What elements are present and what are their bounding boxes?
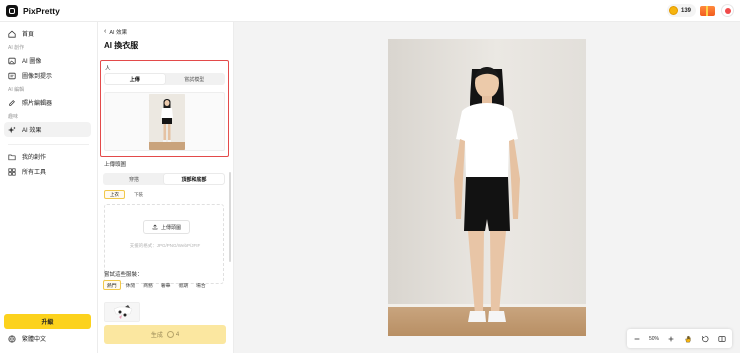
app-name: PixPretty <box>23 5 60 16</box>
generate-label: 生成 <box>150 333 163 339</box>
tab-outfit[interactable]: 穿搭 <box>104 174 164 184</box>
sidebar-item-label: 圖像到提示 <box>22 74 53 80</box>
sidebar-item-home[interactable]: 首頁 <box>4 26 91 41</box>
top-bar: PixPretty 139 <box>0 0 740 22</box>
gift-icon[interactable] <box>700 5 715 16</box>
sidebar-item-photo-editor[interactable]: 照片編輯器 <box>4 95 91 110</box>
zoom-level: 50% <box>648 335 659 342</box>
back-label: AI 效果 <box>109 30 128 36</box>
sidebar-item-label: 首頁 <box>22 32 35 38</box>
globe-icon <box>8 334 16 343</box>
split-view-icon <box>718 335 726 342</box>
category-casual[interactable]: 休閒 <box>123 280 139 290</box>
page-title: AI 換衣服 <box>104 41 139 50</box>
upload-garment-button[interactable]: 上傳頭圖 <box>143 220 190 234</box>
sidebar-item-label: AI 效果 <box>22 128 42 134</box>
sidebar-section-label: AI 編輯 <box>8 87 25 93</box>
home-icon <box>8 30 16 38</box>
category-business[interactable]: 商務 <box>140 280 156 290</box>
generate-cost-value: 4 <box>175 331 180 338</box>
category-popular[interactable]: 熱門 <box>103 280 121 290</box>
logo-icon <box>6 4 18 17</box>
generate-button[interactable]: 生成 4 <box>104 325 226 344</box>
sidebar-item-image-to-prompt[interactable]: 圖像到提示 <box>4 68 91 83</box>
preview-canvas: 50% <box>234 22 740 353</box>
outfit-categories: 熱門 休閒 商務 奢華 假期 場合 <box>103 280 211 290</box>
chevron-left-icon: ‹ <box>104 28 107 35</box>
zoom-in-button[interactable] <box>667 334 676 343</box>
tab-top[interactable]: 上衣 <box>104 190 125 199</box>
image-prompt-icon <box>8 72 16 80</box>
try-outfits-label: 嘗試這些服裝： <box>104 272 143 278</box>
sparkle-icon <box>8 126 16 134</box>
panel-scrollbar[interactable] <box>229 172 231 262</box>
user-avatar[interactable] <box>721 4 734 17</box>
compare-view-button[interactable] <box>718 334 727 343</box>
minus-icon <box>634 338 639 339</box>
settings-panel: ‹ AI 效果 AI 換衣服 人 上傳 嘗試模型 上傳頭圖 穿搭 頂部和底部 上… <box>98 22 234 353</box>
supported-formats: 支援的格式：JPG/PNG/WebP/JFIF <box>129 243 201 248</box>
upgrade-button[interactable]: 升級 <box>4 314 91 329</box>
person-source-toggle: 上傳 嘗試模型 <box>104 73 225 85</box>
sidebar-item-label: 我的創作 <box>22 155 47 161</box>
sidebar-section-label: AI 創作 <box>8 45 25 51</box>
category-occasion[interactable]: 場合 <box>193 280 209 290</box>
upload-button-label: 上傳頭圖 <box>160 224 181 231</box>
tab-top-and-bottom[interactable]: 頂部和底部 <box>164 174 224 184</box>
sidebar-item-ai-image[interactable]: AI 圖像 <box>4 53 91 68</box>
grid-icon <box>8 167 16 176</box>
sidebar-item-ai-effects[interactable]: AI 效果 <box>4 122 91 137</box>
zoom-toolbar: 50% <box>627 329 732 348</box>
person-photo <box>388 39 586 336</box>
sidebar-item-all-tools[interactable]: 所有工具 <box>4 164 91 179</box>
sidebar: 首頁 AI 創作 AI 圖像 圖像到提示 AI 編輯 照片編輯器 趣味 AI 效… <box>0 22 98 353</box>
plus-icon <box>669 336 674 341</box>
person-thumbnail <box>149 94 185 150</box>
coin-icon <box>668 6 678 15</box>
sidebar-section-label: 趣味 <box>8 114 19 120</box>
rotate-icon <box>702 335 709 342</box>
credits-count: 139 <box>680 7 691 14</box>
generate-cost: 4 <box>166 331 180 338</box>
edit-icon <box>8 99 16 107</box>
folder-icon <box>8 153 16 161</box>
hand-icon <box>685 335 692 342</box>
sidebar-item-my-creations[interactable]: 我的創作 <box>4 149 91 164</box>
category-luxury[interactable]: 奢華 <box>158 280 174 290</box>
credit-icon <box>166 331 174 338</box>
garment-mode-toggle: 穿搭 頂部和底部 <box>103 173 225 185</box>
back-link[interactable]: ‹ AI 效果 <box>104 28 127 36</box>
zoom-out-button[interactable] <box>632 334 641 343</box>
category-holiday[interactable]: 假期 <box>175 280 191 290</box>
image-icon <box>8 57 16 65</box>
credits-badge[interactable]: 139 <box>666 4 696 17</box>
language-label: 繁體中文 <box>22 337 47 343</box>
upload-icon <box>152 224 158 230</box>
sample-outfit-thumbnail[interactable] <box>104 302 140 322</box>
tab-upload[interactable]: 上傳 <box>105 74 165 84</box>
sidebar-item-label: 所有工具 <box>22 170 47 176</box>
person-label: 人 <box>105 66 111 72</box>
pan-tool-button[interactable] <box>684 334 693 343</box>
sidebar-item-label: AI 圖像 <box>22 59 42 65</box>
reset-view-button[interactable] <box>701 334 710 343</box>
language-selector[interactable]: 繁體中文 <box>8 334 46 343</box>
person-upload-section: 人 上傳 嘗試模型 <box>100 60 229 157</box>
tab-bottom[interactable]: 下裝 <box>129 190 148 199</box>
sidebar-item-label: 照片編輯器 <box>22 101 53 107</box>
app-logo[interactable]: PixPretty <box>6 4 60 17</box>
person-preview[interactable] <box>104 92 225 151</box>
garment-label: 上傳頭圖 <box>104 162 127 168</box>
tab-try-model[interactable]: 嘗試模型 <box>165 74 225 84</box>
garment-part-tabs: 上衣 下裝 <box>104 190 152 199</box>
